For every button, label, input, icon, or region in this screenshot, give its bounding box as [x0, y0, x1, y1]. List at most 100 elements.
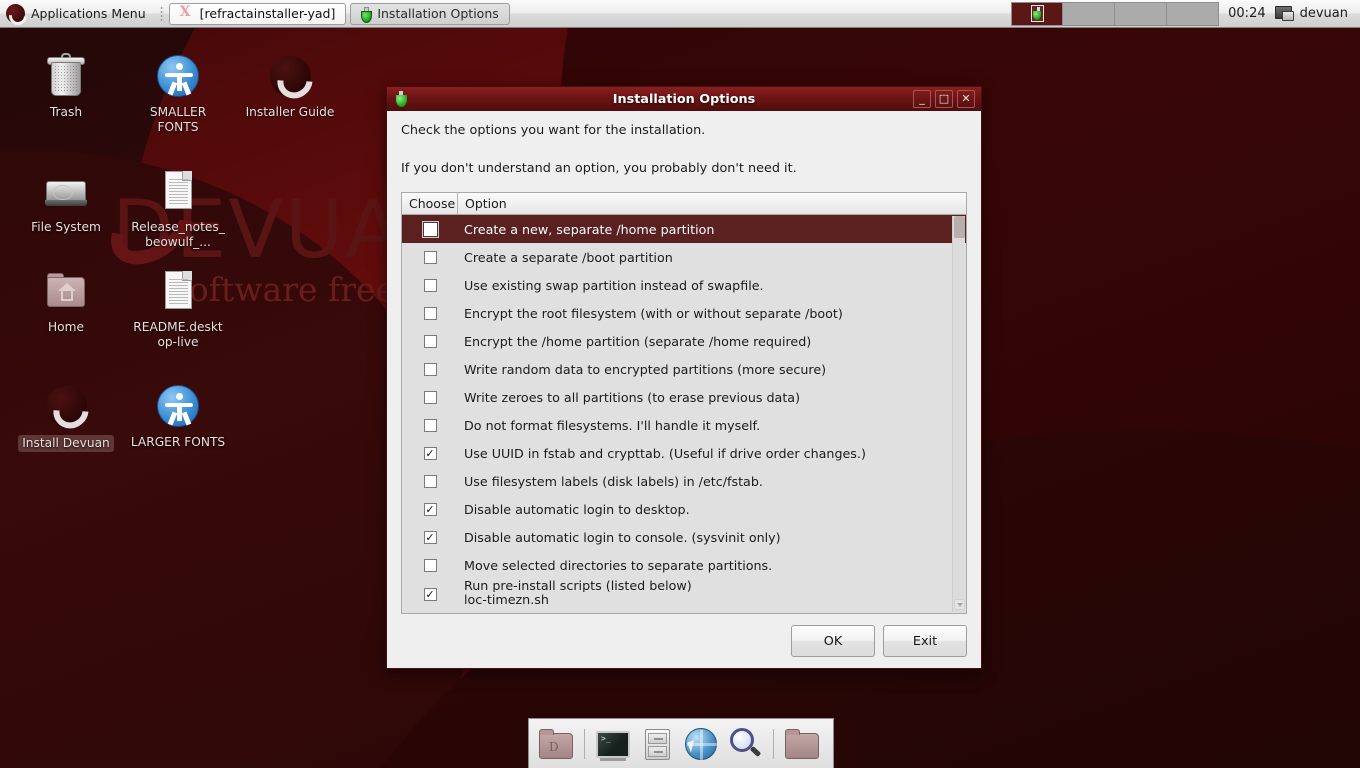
applications-menu-button[interactable]: Applications Menu — [0, 0, 155, 27]
option-checkbox-cell[interactable]: ✓ — [402, 503, 458, 516]
option-checkbox-cell[interactable] — [402, 251, 458, 264]
taskbar-button-installation-options[interactable]: Installation Options — [350, 3, 509, 25]
option-row[interactable]: Use filesystem labels (disk labels) in /… — [402, 467, 966, 495]
option-checkbox-cell[interactable] — [402, 335, 458, 348]
options-list[interactable]: Choose Option Create a new, separate /ho… — [401, 192, 967, 614]
taskbar-button-label: Installation Options — [377, 6, 498, 21]
username-label[interactable]: devuan — [1300, 6, 1360, 21]
option-label: Create a new, separate /home partition — [458, 222, 714, 237]
scrollbar-thumb[interactable] — [954, 216, 965, 238]
checkbox-icon[interactable] — [424, 475, 437, 488]
exit-button[interactable]: Exit — [883, 625, 967, 657]
checkbox-icon[interactable] — [424, 279, 437, 292]
scroll-down-arrow-icon[interactable] — [954, 599, 965, 610]
dock-item-web-browser[interactable] — [681, 724, 721, 764]
option-row[interactable]: Write random data to encrypted partition… — [402, 355, 966, 383]
option-row[interactable]: Move selected directories to separate pa… — [402, 551, 966, 579]
workspace-cell-3[interactable] — [1115, 2, 1167, 26]
option-row[interactable]: ✓Disable automatic login to desktop. — [402, 495, 966, 523]
ok-button[interactable]: OK — [791, 625, 875, 657]
option-label: Encrypt the /home partition (separate /h… — [458, 334, 811, 349]
workspace-cell-2[interactable] — [1063, 2, 1115, 26]
option-checkbox-cell[interactable]: ✓ — [402, 579, 458, 601]
clock[interactable]: 00:24 — [1219, 6, 1274, 21]
desktop-icon-file-system[interactable]: File System — [18, 167, 114, 235]
document-icon — [154, 267, 202, 315]
desktop-icon-smaller-fonts[interactable]: SMALLER FONTS — [130, 52, 226, 135]
checkbox-icon[interactable] — [424, 335, 437, 348]
option-label: Write random data to encrypted partition… — [458, 362, 826, 377]
top-panel: Applications Menu [refractainstaller-yad… — [0, 0, 1360, 28]
checkbox-icon[interactable] — [424, 419, 437, 432]
option-row[interactable]: ✓Disable automatic login to console. (sy… — [402, 523, 966, 551]
checkbox-icon[interactable] — [424, 307, 437, 320]
option-row[interactable]: Create a new, separate /home partition — [402, 215, 966, 243]
option-checkbox-cell[interactable] — [402, 419, 458, 432]
workspace-cell-4[interactable] — [1167, 2, 1219, 26]
display-switch-icon[interactable] — [1275, 6, 1293, 21]
dock-item-search[interactable] — [725, 724, 765, 764]
checkbox-icon[interactable] — [424, 363, 437, 376]
checkbox-icon[interactable]: ✓ — [424, 588, 437, 601]
desktop-icon-release-notes-beowulf[interactable]: Release_notes_beowulf_... — [130, 167, 226, 250]
desktop-icon-label: README.desktop-live — [130, 320, 226, 350]
options-rows: Create a new, separate /home partition Cr… — [402, 215, 966, 613]
option-checkbox-cell[interactable] — [402, 307, 458, 320]
close-button[interactable]: ✕ — [957, 90, 975, 108]
option-checkbox-cell[interactable] — [402, 363, 458, 376]
minimize-button[interactable]: _ — [913, 90, 931, 108]
dock-separator — [584, 729, 585, 759]
desktop-icon-install-devuan[interactable]: Install Devuan — [18, 382, 114, 452]
trash-icon — [42, 52, 90, 100]
option-checkbox-cell[interactable] — [402, 559, 458, 572]
desktop-icon-trash[interactable]: Trash — [18, 52, 114, 120]
option-row[interactable]: Encrypt the /home partition (separate /h… — [402, 327, 966, 355]
option-row[interactable]: Create a separate /boot partition — [402, 243, 966, 271]
checkbox-icon[interactable]: ✓ — [424, 503, 437, 516]
window-buttons: _ □ ✕ — [913, 90, 978, 108]
maximize-button[interactable]: □ — [935, 90, 953, 108]
option-checkbox-cell[interactable] — [402, 279, 458, 292]
column-header-option[interactable]: Option — [458, 193, 514, 214]
option-row[interactable]: ✓Use UUID in fstab and crypttab. (Useful… — [402, 439, 966, 467]
dock-item-file-manager[interactable] — [637, 724, 677, 764]
dialog-footer: OK Exit — [387, 614, 981, 668]
taskbar-button-label: [refractainstaller-yad] — [200, 6, 336, 21]
taskbar-button-refractainstaller[interactable]: [refractainstaller-yad] — [169, 3, 347, 25]
panel-grip-handle[interactable] — [160, 6, 164, 22]
applications-menu-label: Applications Menu — [31, 6, 146, 21]
option-row[interactable]: Do not format filesystems. I'll handle i… — [402, 411, 966, 439]
option-label: Use existing swap partition instead of s… — [458, 278, 764, 293]
dialog-intro-line-1: Check the options you want for the insta… — [401, 123, 967, 138]
option-row[interactable]: Encrypt the root filesystem (with or wit… — [402, 299, 966, 327]
checkbox-icon[interactable] — [424, 251, 437, 264]
dock-item-folder[interactable] — [782, 724, 822, 764]
option-row[interactable]: Write zeroes to all partitions (to erase… — [402, 383, 966, 411]
checkbox-icon[interactable] — [424, 391, 437, 404]
option-checkbox-cell[interactable] — [402, 475, 458, 488]
option-checkbox-cell[interactable]: ✓ — [402, 531, 458, 544]
desktop-icon-label: Home — [18, 320, 114, 335]
dock-item-documents-folder[interactable]: D — [536, 724, 576, 764]
option-row-partial[interactable]: ✓Run pre-install scripts (listed below)l… — [402, 579, 966, 603]
dialog-titlebar[interactable]: Installation Options _ □ ✕ — [387, 87, 981, 111]
workspace-cell-1[interactable] — [1011, 2, 1063, 26]
option-checkbox-cell[interactable] — [402, 391, 458, 404]
checkbox-icon[interactable]: ✓ — [424, 447, 437, 460]
vertical-scrollbar[interactable] — [952, 216, 965, 612]
checkbox-icon[interactable] — [423, 222, 438, 237]
option-sublabel: loc-timezn.sh — [464, 592, 549, 607]
dock-item-terminal[interactable] — [593, 724, 633, 764]
workspace-switcher[interactable] — [1011, 2, 1219, 26]
option-row[interactable]: Use existing swap partition instead of s… — [402, 271, 966, 299]
checkbox-icon[interactable] — [424, 559, 437, 572]
checkbox-icon[interactable]: ✓ — [424, 531, 437, 544]
desktop-icon-readme-desktop-live[interactable]: README.desktop-live — [130, 267, 226, 350]
option-checkbox-cell[interactable] — [402, 222, 458, 237]
desktop-icon-larger-fonts[interactable]: LARGER FONTS — [130, 382, 226, 450]
desktop-icon-installer-guide[interactable]: Installer Guide — [242, 52, 338, 120]
option-label: Encrypt the root filesystem (with or wit… — [458, 306, 843, 321]
column-header-choose[interactable]: Choose — [402, 193, 458, 214]
option-checkbox-cell[interactable]: ✓ — [402, 447, 458, 460]
desktop-icon-home[interactable]: Home — [18, 267, 114, 335]
